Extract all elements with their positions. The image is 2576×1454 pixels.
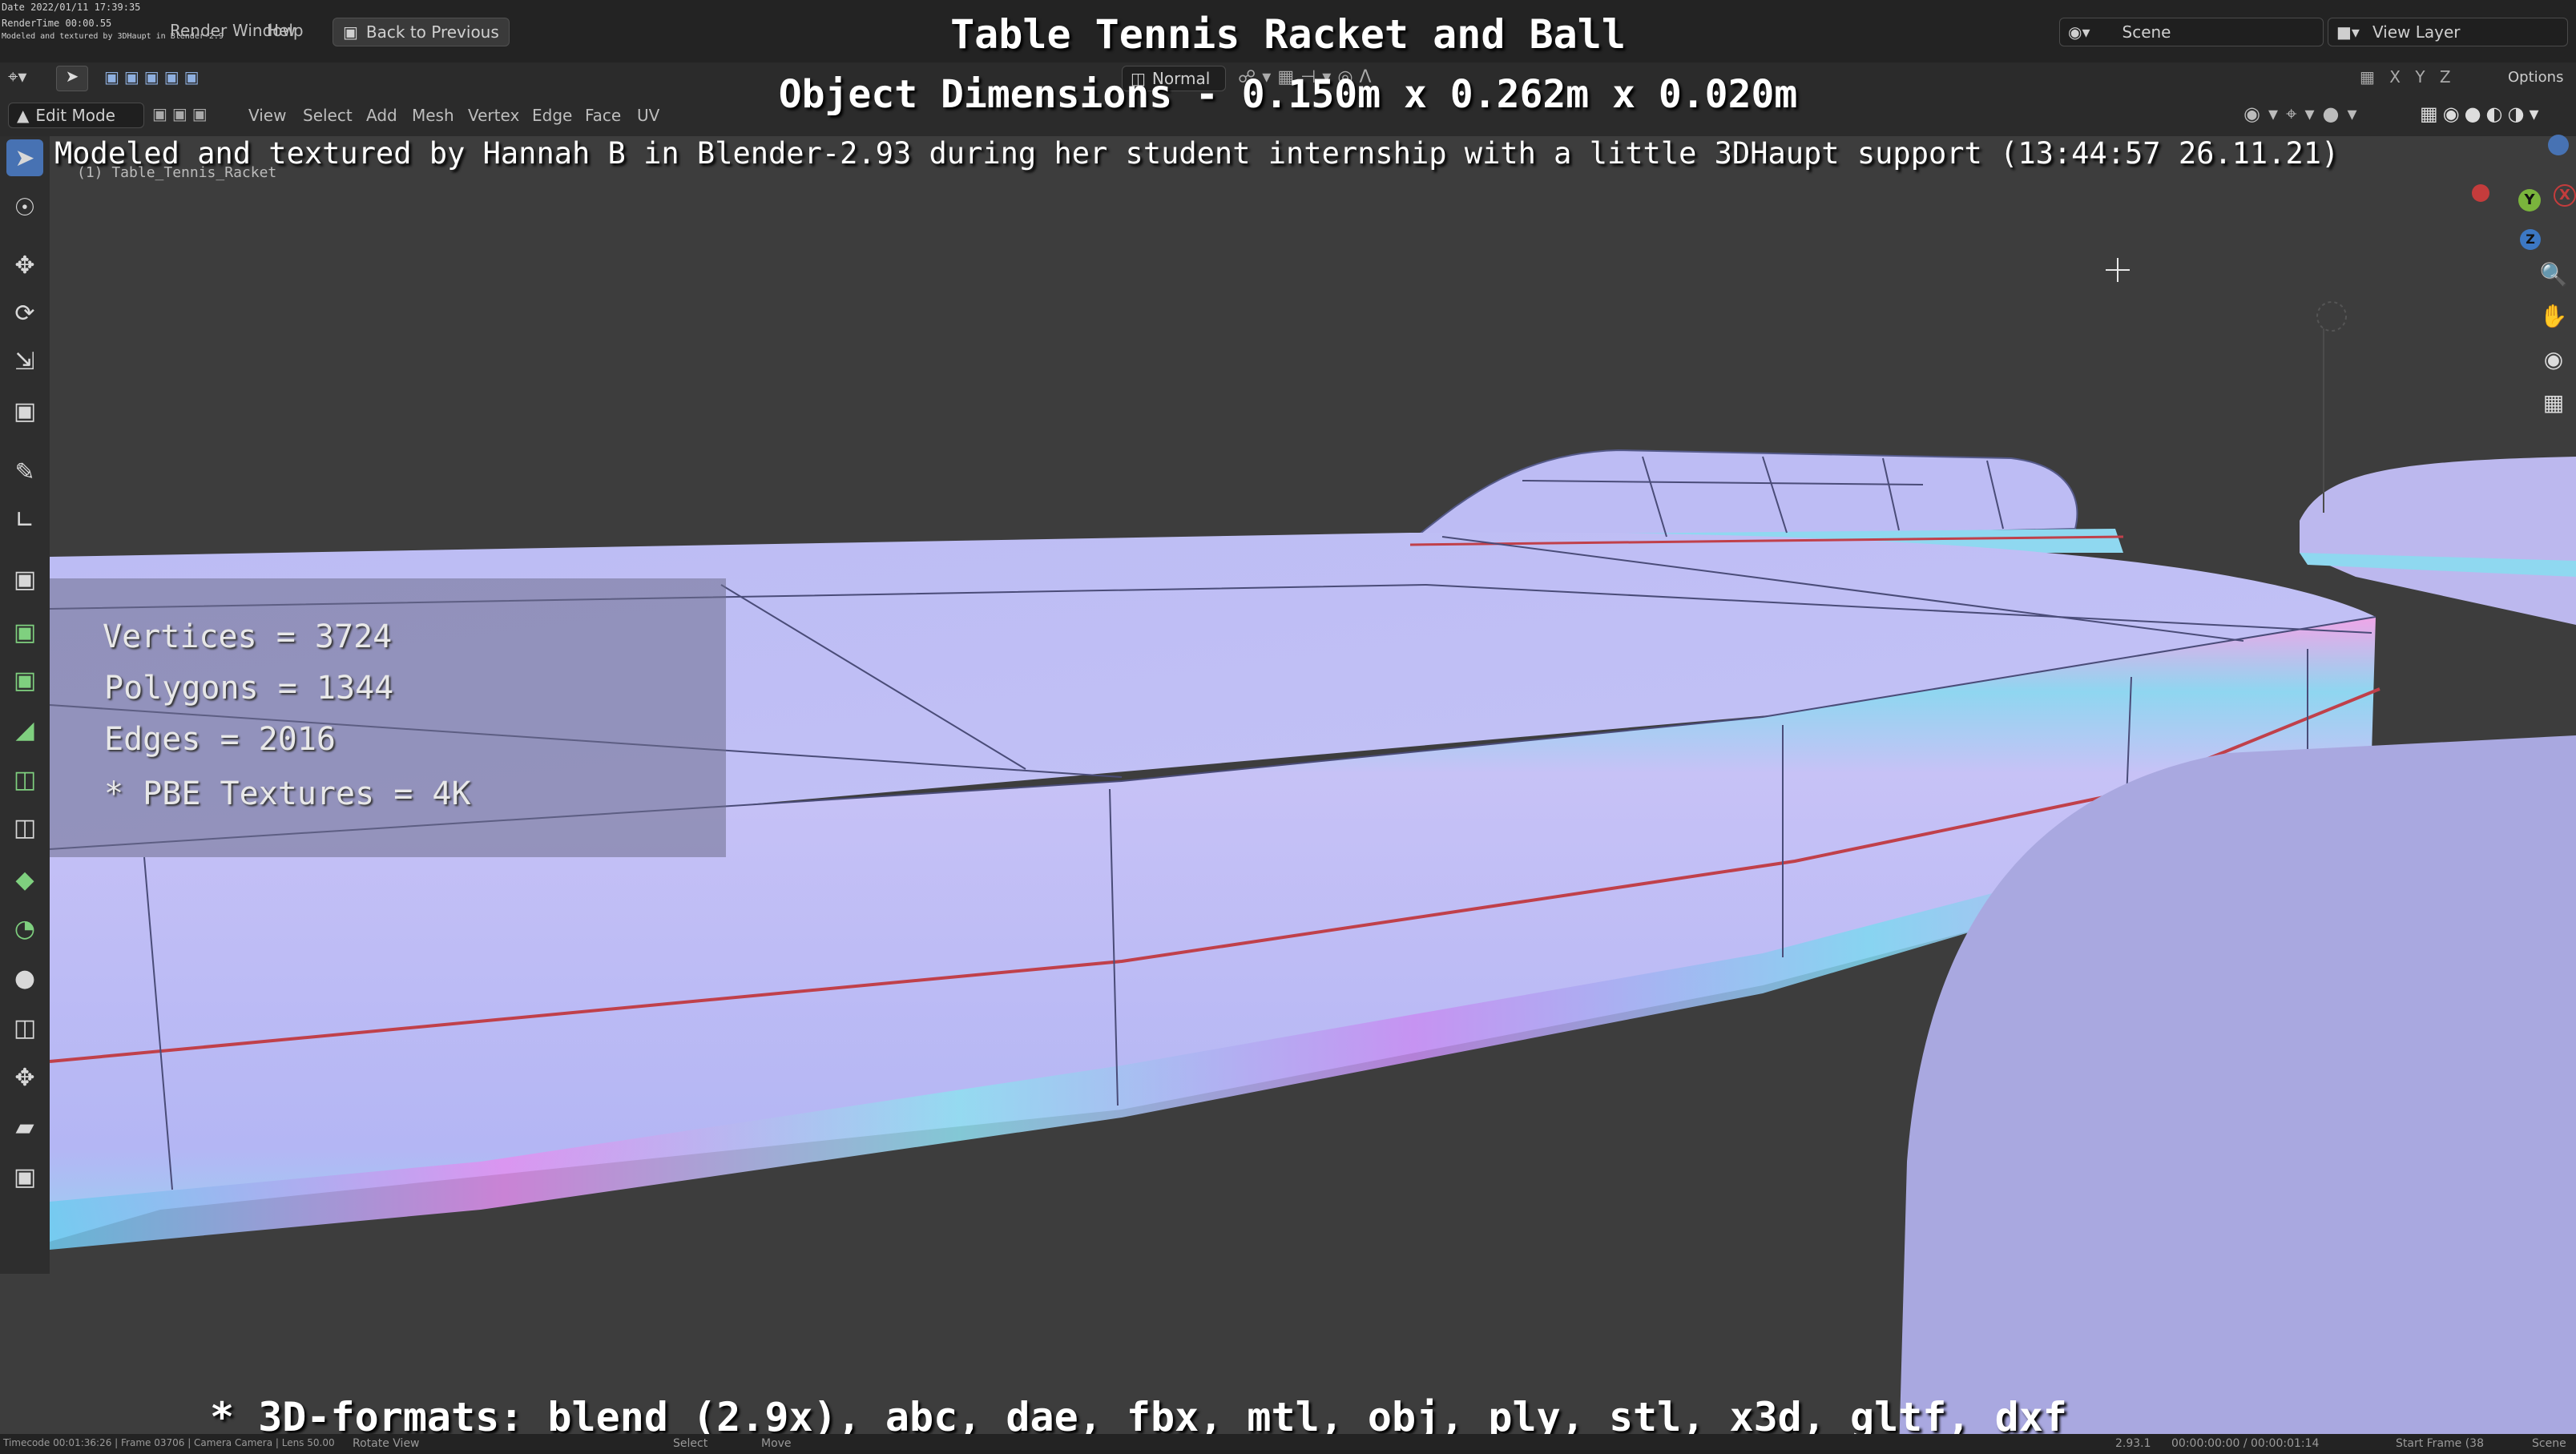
shear-tool-icon[interactable]: ▰ [6,1109,43,1146]
shrink-tool-icon[interactable]: ✥ [6,1059,43,1096]
status-select: Select [673,1437,708,1450]
status-timecode: Timecode 00:01:36:26 | Frame 03706 | Cam… [3,1437,335,1448]
rotate-tool-icon[interactable]: ⟳ [6,295,43,332]
gizmo-z-icon[interactable]: Z [2520,229,2541,250]
inset-tool-icon[interactable]: ▣ [6,662,43,699]
overlay-title: Table Tennis Racket and Ball [950,11,1626,58]
spin-tool-icon[interactable]: ◔ [6,910,43,947]
status-time: 00:00:00:00 / 00:00:01:14 [2171,1437,2320,1450]
scale-tool-icon[interactable]: ⇲ [6,343,43,380]
edge-slide-tool-icon[interactable]: ◫ [6,1009,43,1046]
poly-build-tool-icon[interactable]: ◆ [6,861,43,898]
mesh-stats-panel: Vertices = 3724 Polygons = 1344 Edges = … [50,578,726,857]
rip-tool-icon[interactable]: ▣ [6,1158,43,1195]
textures-info: * PBE Textures = 4K [104,775,471,812]
extrude-tool-icon[interactable]: ▣ [6,614,43,650]
status-version: 2.93.1 [2115,1437,2151,1450]
overlay-credit: Modeled and textured by Hannah B in Blen… [54,136,2340,171]
status-scene: Scene [2532,1437,2566,1450]
gizmo-x-icon[interactable]: X [2554,184,2576,207]
status-rotate-view: Rotate View [353,1437,420,1450]
overlay-dimensions: Object Dimensions - 0.150m x 0.262m x 0.… [778,72,1798,117]
object-label: (1) Table_Tennis_Racket [77,164,277,181]
status-move: Move [761,1437,792,1450]
add-cube-tool-icon[interactable]: ▣ [6,561,43,598]
loop-cut-tool-icon[interactable]: ◫ [6,761,43,798]
select-box-tool-icon[interactable]: ➤ [6,139,43,176]
zoom-icon[interactable]: 🔍 [2538,258,2570,290]
polygons-count: Polygons = 1344 [104,670,394,707]
gizmo-neg-x-icon[interactable] [2472,184,2489,202]
cursor-tool-icon[interactable]: ☉ [6,189,43,226]
knife-tool-icon[interactable]: ◫ [6,809,43,846]
left-toolbar: ➤ ☉ ✥ ⟳ ⇲ ▣ ✎ ∟ ▣ ▣ ▣ ◢ ◫ ◫ ◆ ◔ ● ◫ ✥ ▰ … [0,136,50,1274]
move-tool-icon[interactable]: ✥ [6,247,43,284]
annotate-tool-icon[interactable]: ✎ [6,453,43,490]
vertices-count: Vertices = 3724 [103,618,393,655]
transform-tool-icon[interactable]: ▣ [6,393,43,429]
status-bar: Timecode 00:01:36:26 | Frame 03706 | Cam… [0,1434,2576,1454]
smooth-tool-icon[interactable]: ● [6,960,43,997]
bevel-tool-icon[interactable]: ◢ [6,711,43,748]
pan-hand-icon[interactable]: ✋ [2538,300,2570,332]
camera-view-icon[interactable]: ◉ [2538,343,2570,375]
gizmo-y-icon[interactable]: Y [2518,189,2541,211]
measure-tool-icon[interactable]: ∟ [6,501,43,538]
gizmo-top-indicator-icon [2548,135,2569,155]
navigation-gizmo[interactable]: Y X Z [2472,135,2576,256]
edges-count: Edges = 2016 [104,721,336,758]
status-start-frame: Start Frame (38 [2396,1437,2484,1450]
perspective-grid-icon[interactable]: ▦ [2538,386,2570,418]
